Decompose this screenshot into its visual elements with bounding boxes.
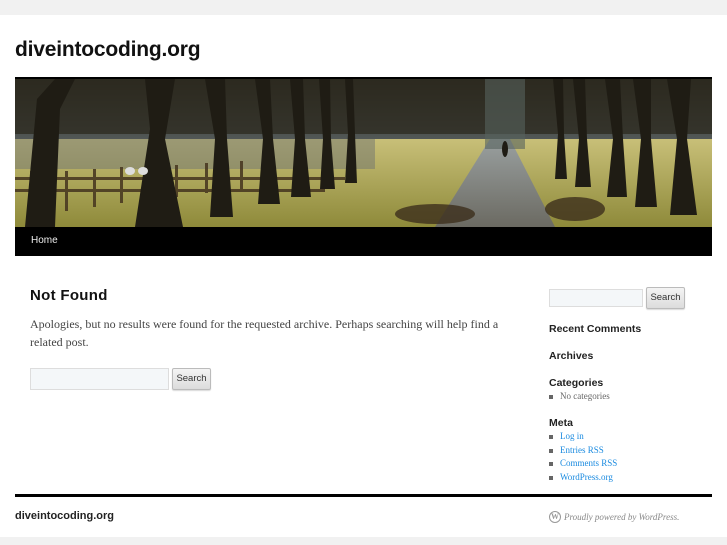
nav-item-home[interactable]: Home <box>31 235 58 246</box>
recent-comments-heading: Recent Comments <box>549 323 642 335</box>
main-navigation: Home <box>15 227 712 256</box>
categories-heading: Categories <box>549 377 604 389</box>
main-search-button[interactable]: Search <box>172 368 211 390</box>
main-search-input[interactable] <box>30 368 169 390</box>
footer-divider <box>15 494 712 497</box>
sidebar-search-button[interactable]: Search <box>646 287 685 309</box>
bullet-icon <box>549 395 553 399</box>
archives-heading: Archives <box>549 350 594 362</box>
bullet-icon <box>549 462 553 466</box>
header-banner-image <box>15 79 712 227</box>
page-title: Not Found <box>30 287 108 304</box>
wordpress-logo-icon: W <box>549 511 561 523</box>
list-item: WordPress.org <box>549 471 617 485</box>
meta-wordpress-org-link[interactable]: WordPress.org <box>560 472 613 482</box>
bullet-icon <box>549 435 553 439</box>
sidebar-search-input[interactable] <box>549 289 643 307</box>
bullet-icon <box>549 475 553 480</box>
meta-login-link[interactable]: Log in <box>560 431 584 441</box>
footer-site-title-link[interactable]: diveintocoding.org <box>15 510 114 522</box>
categories-list: No categories <box>549 390 610 404</box>
not-found-message: Apologies, but no results were found for… <box>30 317 499 349</box>
meta-heading: Meta <box>549 417 573 429</box>
site-title-link[interactable]: diveintocoding.org <box>15 38 201 62</box>
powered-by-wordpress-link[interactable]: W Proudly powered by WordPress. <box>549 511 679 523</box>
page: diveintocoding.org Home Not Found Apolog… <box>0 15 727 537</box>
meta-comments-rss-link[interactable]: Comments RSS <box>560 458 617 468</box>
bullet-icon <box>549 448 553 453</box>
list-item: Log in <box>549 430 617 444</box>
meta-list: Log in Entries RSS Comments RSS WordPres… <box>549 430 617 484</box>
list-item: No categories <box>549 390 610 404</box>
list-item: Entries RSS <box>549 444 617 458</box>
meta-entries-rss-link[interactable]: Entries RSS <box>560 445 604 455</box>
list-item: Comments RSS <box>549 457 617 471</box>
